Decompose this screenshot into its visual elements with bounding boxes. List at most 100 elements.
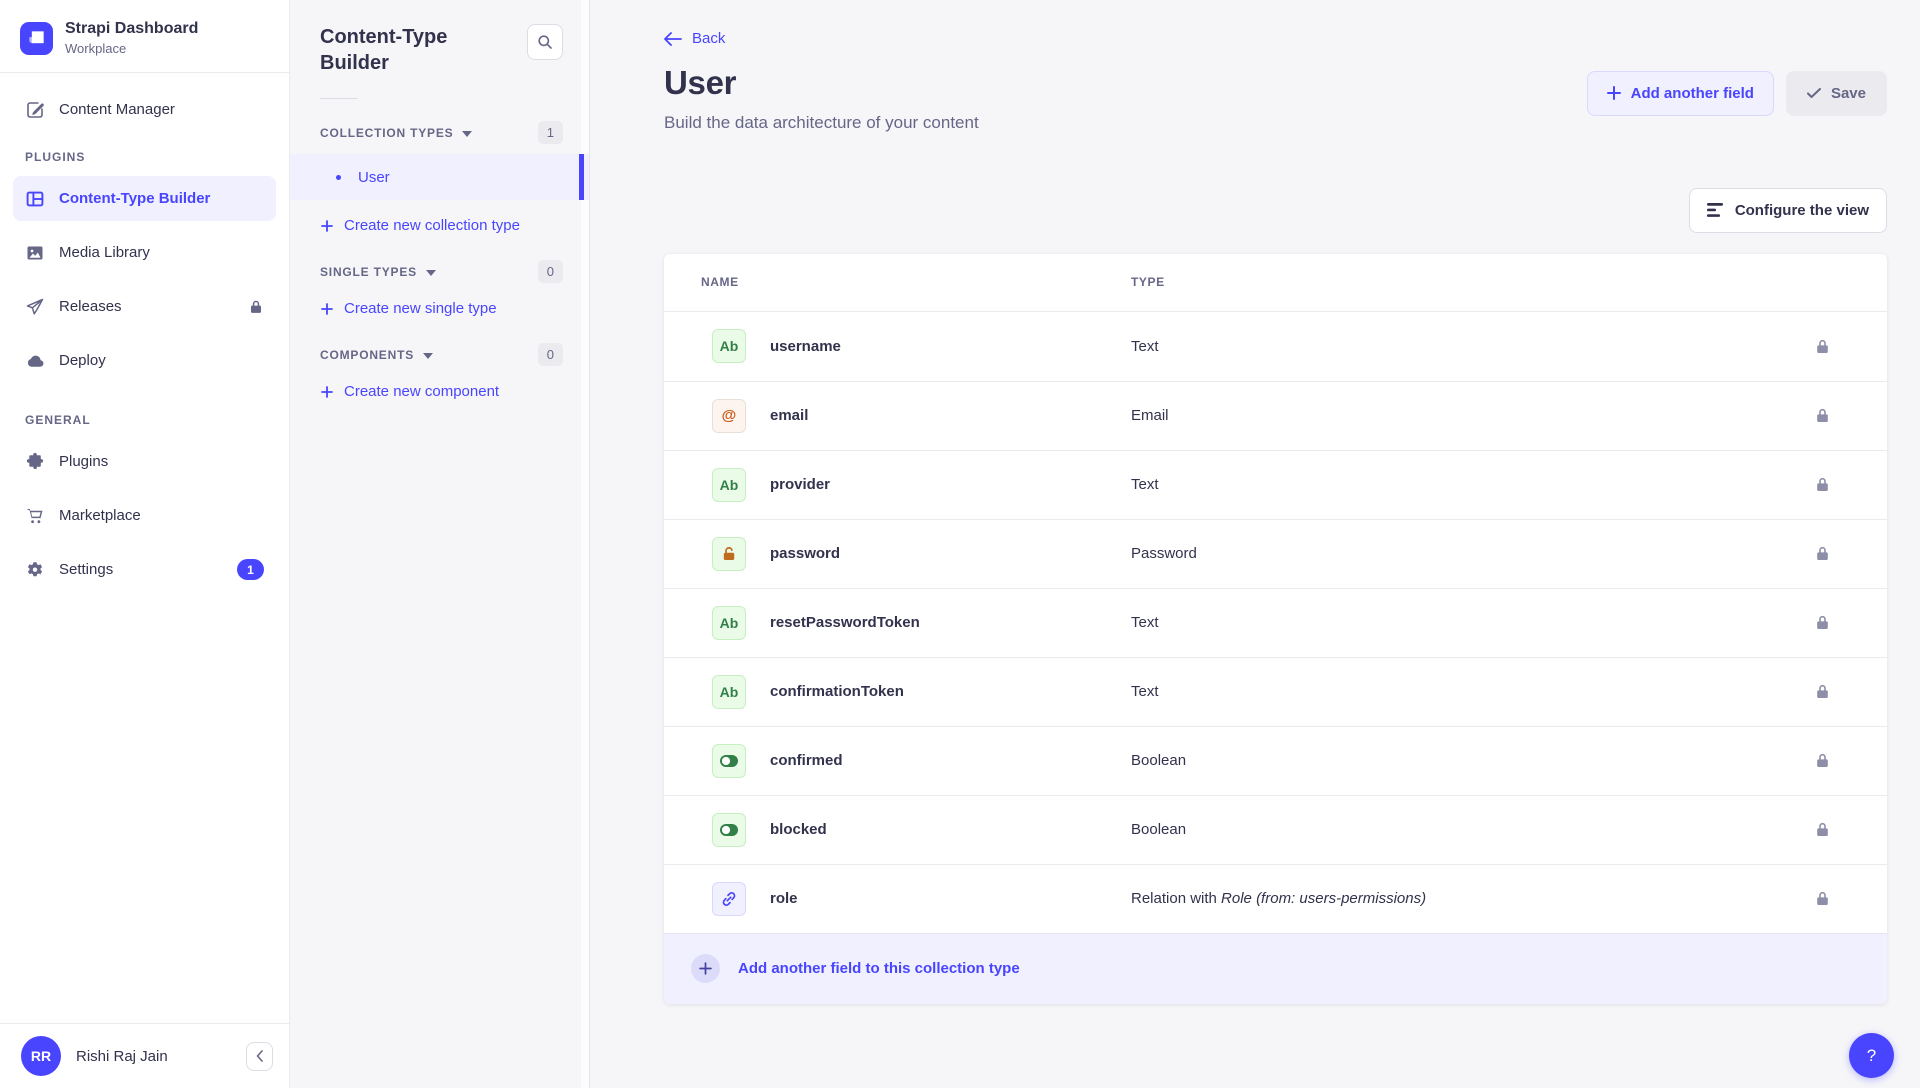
plus-icon bbox=[1607, 86, 1621, 100]
lock-icon bbox=[1814, 890, 1831, 907]
boolean-field-icon bbox=[712, 744, 746, 778]
field-type: Boolean bbox=[1131, 752, 1186, 769]
single-types-count: 0 bbox=[538, 260, 563, 283]
strapi-logo-icon bbox=[20, 22, 53, 55]
chevron-down-icon bbox=[423, 353, 433, 359]
cloud-icon bbox=[25, 351, 45, 371]
add-field-footer-label: Add another field to this collection typ… bbox=[738, 960, 1020, 977]
field-type: Password bbox=[1131, 545, 1197, 562]
create-single-type-link[interactable]: Create new single type bbox=[321, 300, 563, 317]
field-type: Text bbox=[1131, 476, 1159, 493]
add-field-footer-button[interactable]: Add another field to this collection typ… bbox=[664, 933, 1887, 1004]
lock-icon bbox=[248, 299, 264, 315]
nav-section-general: GENERAL bbox=[25, 413, 264, 427]
user-avatar[interactable]: RR bbox=[21, 1036, 61, 1076]
plus-icon bbox=[321, 386, 333, 398]
lock-icon bbox=[1814, 752, 1831, 769]
add-another-field-label: Add another field bbox=[1631, 85, 1754, 102]
search-button[interactable] bbox=[527, 24, 563, 60]
create-collection-type-link[interactable]: Create new collection type bbox=[321, 217, 563, 234]
page-title-block: User Build the data architecture of your… bbox=[664, 64, 979, 133]
relation-field-icon bbox=[712, 882, 746, 916]
field-name: role bbox=[770, 890, 1131, 907]
table-row[interactable]: Ab confirmationToken Text bbox=[664, 657, 1887, 726]
back-link[interactable]: Back bbox=[664, 30, 725, 47]
fields-table-card: NAME TYPE Ab username Text @ email Email… bbox=[664, 254, 1887, 1004]
collection-types-section-header[interactable]: COLLECTION TYPES 1 bbox=[320, 121, 563, 144]
arrow-left-icon bbox=[664, 32, 682, 46]
components-count: 0 bbox=[538, 343, 563, 366]
field-name: password bbox=[770, 545, 1131, 562]
sidebar-item-media-library[interactable]: Media Library bbox=[13, 230, 276, 275]
table-row[interactable]: role Relation with Role (from: users-per… bbox=[664, 864, 1887, 933]
sidebar-item-deploy[interactable]: Deploy bbox=[13, 338, 276, 383]
save-label: Save bbox=[1831, 85, 1866, 102]
table-row[interactable]: @ email Email bbox=[664, 381, 1887, 450]
sidebar-item-plugins[interactable]: Plugins bbox=[13, 439, 276, 484]
subnav-item-label: User bbox=[358, 169, 390, 186]
sidebar-item-releases[interactable]: Releases bbox=[13, 284, 276, 329]
lock-icon bbox=[1814, 476, 1831, 493]
back-label: Back bbox=[692, 30, 725, 47]
settings-notification-badge: 1 bbox=[237, 559, 264, 580]
table-row[interactable]: confirmed Boolean bbox=[664, 726, 1887, 795]
lock-icon bbox=[1814, 338, 1831, 355]
table-row[interactable]: blocked Boolean bbox=[664, 795, 1887, 864]
text-field-icon: Ab bbox=[712, 468, 746, 502]
configure-view-button[interactable]: Configure the view bbox=[1689, 188, 1887, 233]
search-icon bbox=[537, 34, 553, 50]
layout-icon bbox=[25, 189, 45, 209]
section-label: COLLECTION TYPES bbox=[320, 126, 453, 140]
content-type-builder-subnav: Content-Type Builder COLLECTION TYPES 1 … bbox=[290, 0, 590, 1088]
table-header: NAME TYPE bbox=[664, 254, 1887, 312]
chevron-down-icon bbox=[462, 131, 472, 137]
create-single-type-label: Create new single type bbox=[344, 300, 497, 317]
collection-types-count: 1 bbox=[538, 121, 563, 144]
single-types-section-header[interactable]: SINGLE TYPES 0 bbox=[320, 260, 563, 283]
text-field-icon: Ab bbox=[712, 675, 746, 709]
plus-circle-icon bbox=[691, 954, 720, 983]
create-component-link[interactable]: Create new component bbox=[321, 383, 563, 400]
lock-icon bbox=[1814, 683, 1831, 700]
add-another-field-button[interactable]: Add another field bbox=[1587, 71, 1774, 116]
sidebar-item-label: Marketplace bbox=[59, 507, 141, 524]
field-type: Relation with Role (from: users-permissi… bbox=[1131, 890, 1426, 907]
paper-plane-icon bbox=[25, 297, 45, 317]
plus-icon bbox=[321, 220, 333, 232]
sidebar-item-label: Media Library bbox=[59, 244, 150, 261]
chevron-left-icon bbox=[256, 1050, 264, 1062]
subnav-title: Content-Type Builder bbox=[320, 24, 480, 76]
sidebar-item-content-manager[interactable]: Content Manager bbox=[13, 87, 276, 132]
collapse-sidebar-button[interactable] bbox=[246, 1042, 273, 1071]
main-sidebar: Strapi Dashboard Workplace Content Manag… bbox=[0, 0, 290, 1088]
user-name: Rishi Raj Jain bbox=[76, 1048, 168, 1065]
sidebar-item-content-type-builder[interactable]: Content-Type Builder bbox=[13, 176, 276, 221]
sidebar-item-settings[interactable]: Settings 1 bbox=[13, 547, 276, 592]
lock-icon bbox=[1814, 545, 1831, 562]
section-label: SINGLE TYPES bbox=[320, 265, 417, 279]
workspace-brand[interactable]: Strapi Dashboard Workplace bbox=[0, 0, 289, 73]
table-row[interactable]: Ab username Text bbox=[664, 312, 1887, 381]
table-row[interactable]: Ab provider Text bbox=[664, 450, 1887, 519]
text-field-icon: Ab bbox=[712, 329, 746, 363]
table-row[interactable]: Ab resetPasswordToken Text bbox=[664, 588, 1887, 657]
page-title: User bbox=[664, 64, 979, 102]
table-row[interactable]: password Password bbox=[664, 519, 1887, 588]
create-component-label: Create new component bbox=[344, 383, 499, 400]
save-button[interactable]: Save bbox=[1786, 71, 1887, 116]
sidebar-nav: Content Manager PLUGINS Content-Type Bui… bbox=[0, 73, 289, 1023]
help-button[interactable]: ? bbox=[1849, 1033, 1894, 1078]
divider bbox=[320, 98, 358, 99]
page-subtitle: Build the data architecture of your cont… bbox=[664, 113, 979, 133]
table-body: Ab username Text @ email Email Ab provid… bbox=[664, 312, 1887, 933]
column-header-type: TYPE bbox=[1131, 275, 1165, 289]
components-section-header[interactable]: COMPONENTS 0 bbox=[320, 343, 563, 366]
sidebar-item-marketplace[interactable]: Marketplace bbox=[13, 493, 276, 538]
email-field-icon: @ bbox=[712, 399, 746, 433]
brand-text: Strapi Dashboard Workplace bbox=[65, 20, 198, 56]
field-type: Text bbox=[1131, 614, 1159, 631]
main-content: Back User Build the data architecture of… bbox=[590, 0, 1920, 1088]
field-name: email bbox=[770, 407, 1131, 424]
subnav-item-user[interactable]: User bbox=[290, 154, 589, 200]
puzzle-icon bbox=[25, 452, 45, 472]
